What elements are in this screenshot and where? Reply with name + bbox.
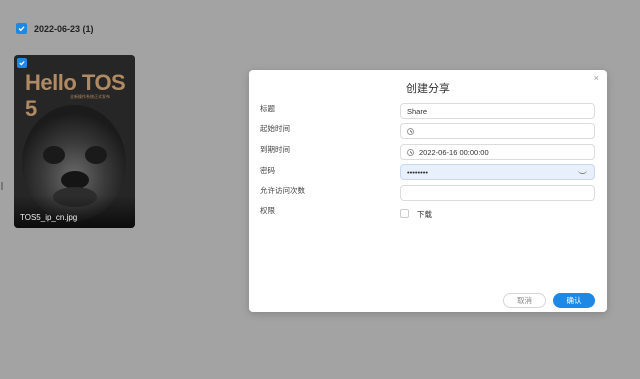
end-time-label: 到期时间: [260, 145, 290, 154]
group-checkbox[interactable]: [16, 23, 27, 34]
group-date-label: 2022-06-23 (1): [34, 23, 94, 34]
group-header[interactable]: 2022-06-23 (1): [16, 23, 94, 34]
title-input[interactable]: Share: [400, 103, 595, 119]
check-icon: [19, 61, 25, 66]
visit-count-label: 允许访问次数: [260, 186, 305, 195]
password-value: ••••••••: [407, 167, 429, 177]
start-time-picker[interactable]: [400, 123, 595, 139]
cancel-button[interactable]: 取消: [503, 293, 546, 308]
title-label: 标题: [260, 104, 275, 113]
visit-count-input[interactable]: [400, 185, 595, 201]
clock-icon: [407, 148, 414, 156]
check-icon: [18, 26, 25, 32]
eye-icon[interactable]: [578, 170, 587, 174]
thumbnail-subtitle-text: 全新操作系统正式发布: [70, 94, 110, 99]
thumbnail-checkbox[interactable]: [17, 58, 27, 68]
close-icon[interactable]: ×: [594, 73, 599, 83]
photo-thumbnail[interactable]: Hello TOS 5 全新操作系统正式发布 TOS5_ip_cn.jpg: [14, 55, 135, 228]
thumbnail-filename: TOS5_ip_cn.jpg: [20, 213, 78, 222]
permission-label: 权限: [260, 206, 275, 215]
confirm-button[interactable]: 确认: [553, 293, 595, 308]
clock-icon: [407, 127, 414, 135]
password-input[interactable]: ••••••••: [400, 164, 595, 180]
side-resize-handle[interactable]: [1, 182, 3, 190]
password-label: 密码: [260, 166, 275, 175]
download-checkbox[interactable]: [400, 209, 409, 218]
end-time-value: 2022-06-16 00:00:00: [419, 147, 489, 157]
end-time-picker[interactable]: 2022-06-16 00:00:00: [400, 144, 595, 160]
title-input-value: Share: [407, 106, 428, 116]
download-label: 下载: [417, 210, 432, 219]
dialog-title: 创建分享: [406, 83, 450, 95]
start-time-label: 起始时间: [260, 124, 290, 133]
create-share-dialog: 创建分享 × 标题 Share 起始时间 到期时间 2022-06-16 00:…: [249, 70, 607, 312]
